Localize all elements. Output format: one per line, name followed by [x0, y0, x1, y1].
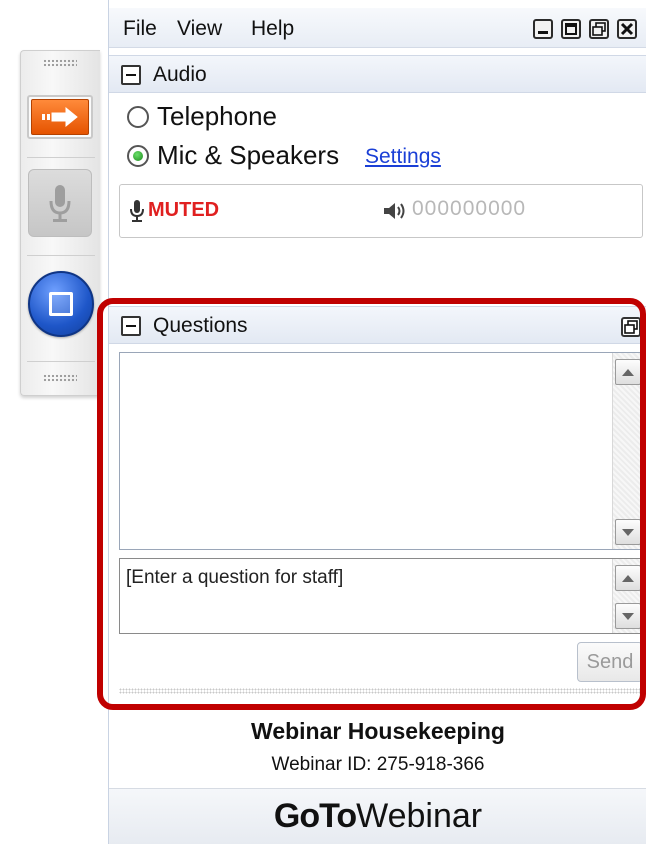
restore-icon — [592, 22, 606, 36]
gotowebinar-logo: GoToWebinar — [274, 797, 482, 836]
restore-button[interactable] — [589, 19, 609, 39]
popout-icon — [624, 320, 638, 334]
question-input-scrollbar[interactable] — [612, 559, 642, 633]
minimize-button[interactable] — [533, 19, 553, 39]
microphone-icon — [130, 200, 144, 222]
audio-status-box: MUTED 000000000 — [119, 184, 643, 238]
mic-status: MUTED — [148, 199, 220, 221]
strip-divider — [27, 157, 95, 158]
question-input[interactable]: [Enter a question for staff] — [119, 558, 643, 634]
webinar-id: Webinar ID: 275-918-366 — [271, 754, 485, 775]
maximize-button[interactable] — [561, 19, 581, 39]
drag-grip-bottom[interactable] — [43, 374, 77, 382]
send-question-button[interactable]: Send — [577, 642, 643, 682]
menu-bar: File View Help — [109, 8, 646, 48]
mute-mic-button[interactable] — [28, 169, 92, 237]
chevron-down-icon — [622, 528, 634, 536]
close-icon — [620, 22, 634, 36]
stop-icon — [49, 292, 73, 316]
speaker-level-meter: 000000000 — [412, 197, 527, 220]
popout-questions-button[interactable] — [621, 317, 641, 337]
mic-speakers-label[interactable]: Mic & Speakers — [157, 140, 339, 171]
chevron-up-icon — [622, 368, 634, 376]
audio-section-header[interactable]: Audio — [109, 55, 646, 93]
radio-telephone[interactable] — [127, 106, 149, 128]
logo-goto: GoTo — [273, 797, 357, 835]
audio-section-title: Audio — [153, 63, 207, 86]
strip-divider — [27, 361, 95, 362]
questions-log[interactable] — [119, 352, 643, 550]
show-hide-panel-button[interactable] — [27, 95, 93, 139]
scroll-down-button[interactable] — [615, 603, 641, 629]
scroll-up-button[interactable] — [615, 359, 641, 385]
question-input-placeholder: [Enter a question for staff] — [126, 567, 344, 588]
chevron-down-icon — [622, 612, 634, 620]
speaker-icon — [384, 203, 405, 219]
scroll-down-button[interactable] — [615, 519, 641, 545]
menu-file[interactable]: File — [123, 17, 157, 41]
questions-section-header[interactable]: Questions — [109, 306, 646, 344]
collapse-questions-icon[interactable] — [121, 316, 141, 336]
stop-sharing-button[interactable] — [28, 271, 94, 337]
logo-webinar: Webinar — [356, 797, 483, 835]
drag-grip-top[interactable] — [43, 59, 77, 67]
strip-divider — [27, 255, 95, 256]
brand-bar: GoToWebinar — [109, 788, 646, 844]
scroll-up-button[interactable] — [615, 565, 641, 591]
radio-mic-speakers[interactable] — [127, 145, 149, 167]
control-strip — [20, 50, 100, 396]
menu-help[interactable]: Help — [251, 17, 294, 41]
chevron-up-icon — [622, 574, 634, 582]
questions-section-title: Questions — [153, 314, 248, 337]
questions-log-scrollbar[interactable] — [612, 353, 642, 549]
collapse-audio-icon[interactable] — [121, 65, 141, 85]
arrow-right-icon — [42, 106, 78, 128]
close-button[interactable] — [617, 19, 637, 39]
telephone-label[interactable]: Telephone — [157, 101, 277, 132]
resize-grip[interactable] — [119, 688, 643, 694]
webinar-title: Webinar Housekeeping — [251, 718, 505, 744]
menu-view[interactable]: View — [177, 17, 222, 41]
microphone-icon — [49, 185, 71, 222]
main-window: File View Help Audio Telephone Mic & Spe… — [108, 0, 646, 844]
minimize-icon — [538, 31, 548, 34]
audio-settings-link[interactable]: Settings — [365, 145, 441, 169]
maximize-icon — [565, 23, 577, 35]
gotowebinar-control-panel: File View Help Audio Telephone Mic & Spe… — [0, 0, 646, 844]
